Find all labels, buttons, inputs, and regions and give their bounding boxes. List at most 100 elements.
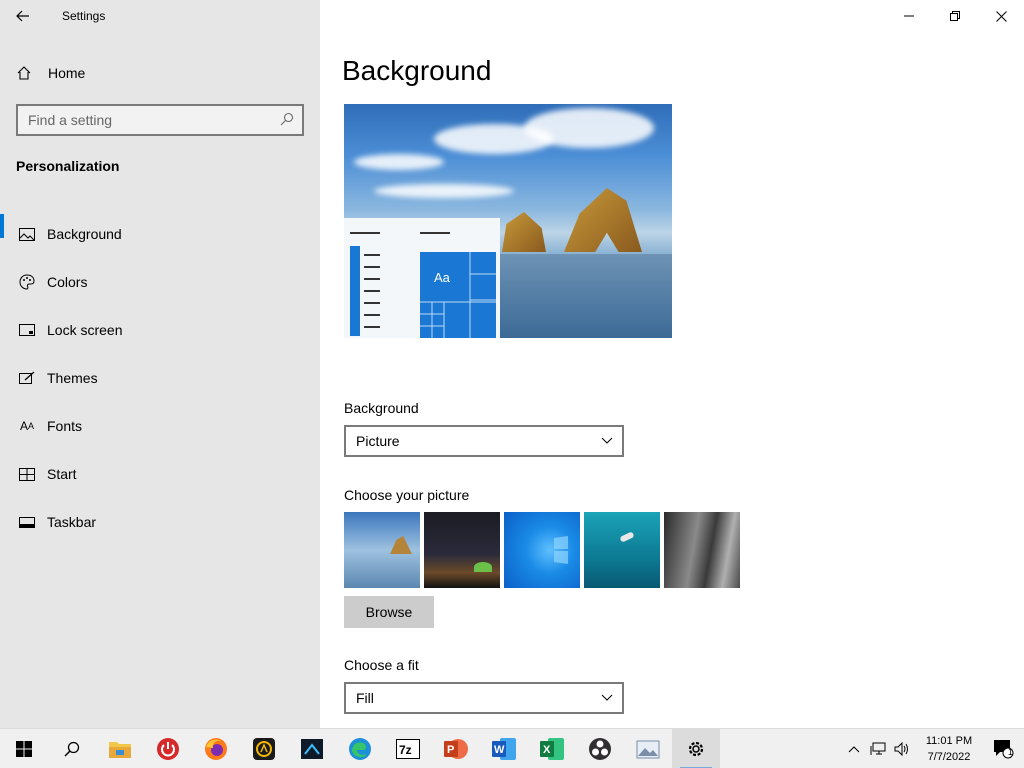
sidebar-item-lock-screen[interactable]: Lock screen — [0, 306, 320, 354]
taskbar-firefox[interactable] — [192, 729, 240, 768]
tray-overflow-button[interactable] — [842, 729, 866, 768]
section-title: Personalization — [16, 158, 120, 174]
window-controls — [886, 0, 1024, 32]
minimize-icon — [904, 15, 914, 17]
preview-line — [364, 314, 380, 316]
close-button[interactable] — [978, 0, 1024, 32]
lock-screen-icon — [18, 322, 36, 338]
sidebar-item-taskbar[interactable]: Taskbar — [0, 498, 320, 546]
picture-thumbnail-night-sky[interactable] — [424, 512, 500, 588]
preview-line — [364, 266, 380, 268]
sidebar-item-label: Fonts — [47, 418, 83, 434]
svg-text:7z: 7z — [399, 743, 412, 757]
sidebar-item-colors[interactable]: Colors — [0, 258, 320, 306]
system-tray: 11:01 PM 7/7/2022 1 — [842, 729, 1024, 768]
restore-button[interactable] — [932, 0, 978, 32]
taskbar-excel[interactable]: X — [528, 729, 576, 768]
fonts-icon: AA — [19, 419, 35, 433]
palette-icon — [18, 274, 36, 290]
taskbar-powerpoint[interactable]: P — [432, 729, 480, 768]
preview-cloud — [524, 108, 654, 148]
sidebar-item-start[interactable]: Start — [0, 450, 320, 498]
taskbar-word[interactable]: W — [480, 729, 528, 768]
taskbar-power-app[interactable] — [144, 729, 192, 768]
network-icon — [870, 742, 886, 755]
svg-text:W: W — [494, 744, 505, 756]
taskbar-clock[interactable]: 11:01 PM 7/7/2022 — [914, 733, 984, 765]
excel-icon: X — [540, 737, 564, 760]
preview-cloud — [374, 184, 514, 198]
volume-icon — [894, 742, 908, 756]
preview-tile-text: Aa — [434, 270, 450, 285]
background-dropdown[interactable]: Picture — [344, 425, 624, 457]
start-icon — [18, 466, 36, 482]
preview-line — [364, 302, 380, 304]
picture-thumbnail-underwater[interactable] — [584, 512, 660, 588]
terminal-app-icon — [301, 738, 323, 759]
back-arrow-icon — [16, 10, 29, 22]
preview-line — [364, 326, 380, 328]
volume-button[interactable] — [890, 729, 914, 768]
search-placeholder: Find a setting — [28, 112, 113, 128]
clock-time: 11:01 PM — [925, 735, 973, 747]
network-button[interactable] — [866, 729, 890, 768]
restore-icon — [950, 11, 960, 21]
chevron-up-icon — [848, 746, 860, 753]
taskbar-camera-app[interactable] — [240, 729, 288, 768]
home-nav-item[interactable]: Home — [0, 58, 320, 88]
preview-app-list — [350, 246, 360, 336]
search-icon — [64, 741, 80, 757]
sidebar-item-label: Taskbar — [47, 514, 97, 530]
preview-line — [364, 278, 380, 280]
action-center-button[interactable]: 1 — [984, 729, 1024, 768]
chevron-down-icon — [600, 690, 614, 707]
sidebar-item-label: Background — [47, 226, 122, 242]
picture-thumbnail-windows[interactable] — [504, 512, 580, 588]
app-title: Settings — [62, 9, 106, 23]
taskbar-terminal-app[interactable] — [288, 729, 336, 768]
preview-line — [420, 232, 450, 234]
sidebar-item-fonts[interactable]: AA Fonts — [0, 402, 320, 450]
minimize-button[interactable] — [886, 0, 932, 32]
firefox-icon — [205, 737, 227, 760]
search-input[interactable]: Find a setting — [16, 104, 304, 136]
taskbar-file-explorer[interactable] — [96, 729, 144, 768]
edge-icon — [349, 737, 371, 760]
fit-dropdown[interactable]: Fill — [344, 682, 624, 714]
back-button[interactable] — [0, 0, 46, 32]
preview-water — [500, 254, 672, 338]
taskbar-search-button[interactable] — [48, 729, 96, 768]
preview-line — [364, 290, 380, 292]
taskbar-image-app[interactable] — [624, 729, 672, 768]
settings-icon — [688, 741, 704, 756]
picture-thumbnail-beach[interactable] — [344, 512, 420, 588]
svg-text:P: P — [447, 744, 454, 756]
main-content: Background Aa Background Picture Choose … — [320, 0, 1024, 728]
sidebar-item-background[interactable]: Background — [0, 210, 320, 258]
picture-thumbnails — [344, 512, 740, 588]
taskbar-icon — [18, 514, 36, 530]
choose-picture-label: Choose your picture — [344, 487, 470, 503]
clock-date: 7/7/2022 — [927, 751, 971, 763]
taskbar-edge[interactable] — [336, 729, 384, 768]
chevron-down-icon — [600, 433, 614, 450]
sidebar-item-label: Lock screen — [47, 322, 123, 338]
sidebar-item-label: Start — [47, 466, 77, 482]
sidebar-item-label: Colors — [47, 274, 88, 290]
picture-icon — [18, 226, 36, 242]
word-icon: W — [492, 737, 516, 760]
preview-tiles — [420, 252, 496, 338]
taskbar-settings[interactable] — [672, 728, 720, 768]
preview-start-menu: Aa — [344, 218, 500, 338]
taskbar-7zip[interactable]: 7z — [384, 729, 432, 768]
sidebar-item-label: Themes — [47, 370, 98, 386]
picture-thumbnail-rock[interactable] — [664, 512, 740, 588]
browse-button[interactable]: Browse — [344, 596, 434, 628]
taskbar-obs[interactable] — [576, 729, 624, 768]
title-bar: Settings — [0, 0, 320, 32]
sidebar-item-themes[interactable]: Themes — [0, 354, 320, 402]
start-button[interactable] — [0, 729, 48, 768]
background-preview: Aa — [344, 104, 672, 338]
background-dropdown-value: Picture — [356, 433, 400, 449]
image-app-icon — [636, 740, 660, 758]
